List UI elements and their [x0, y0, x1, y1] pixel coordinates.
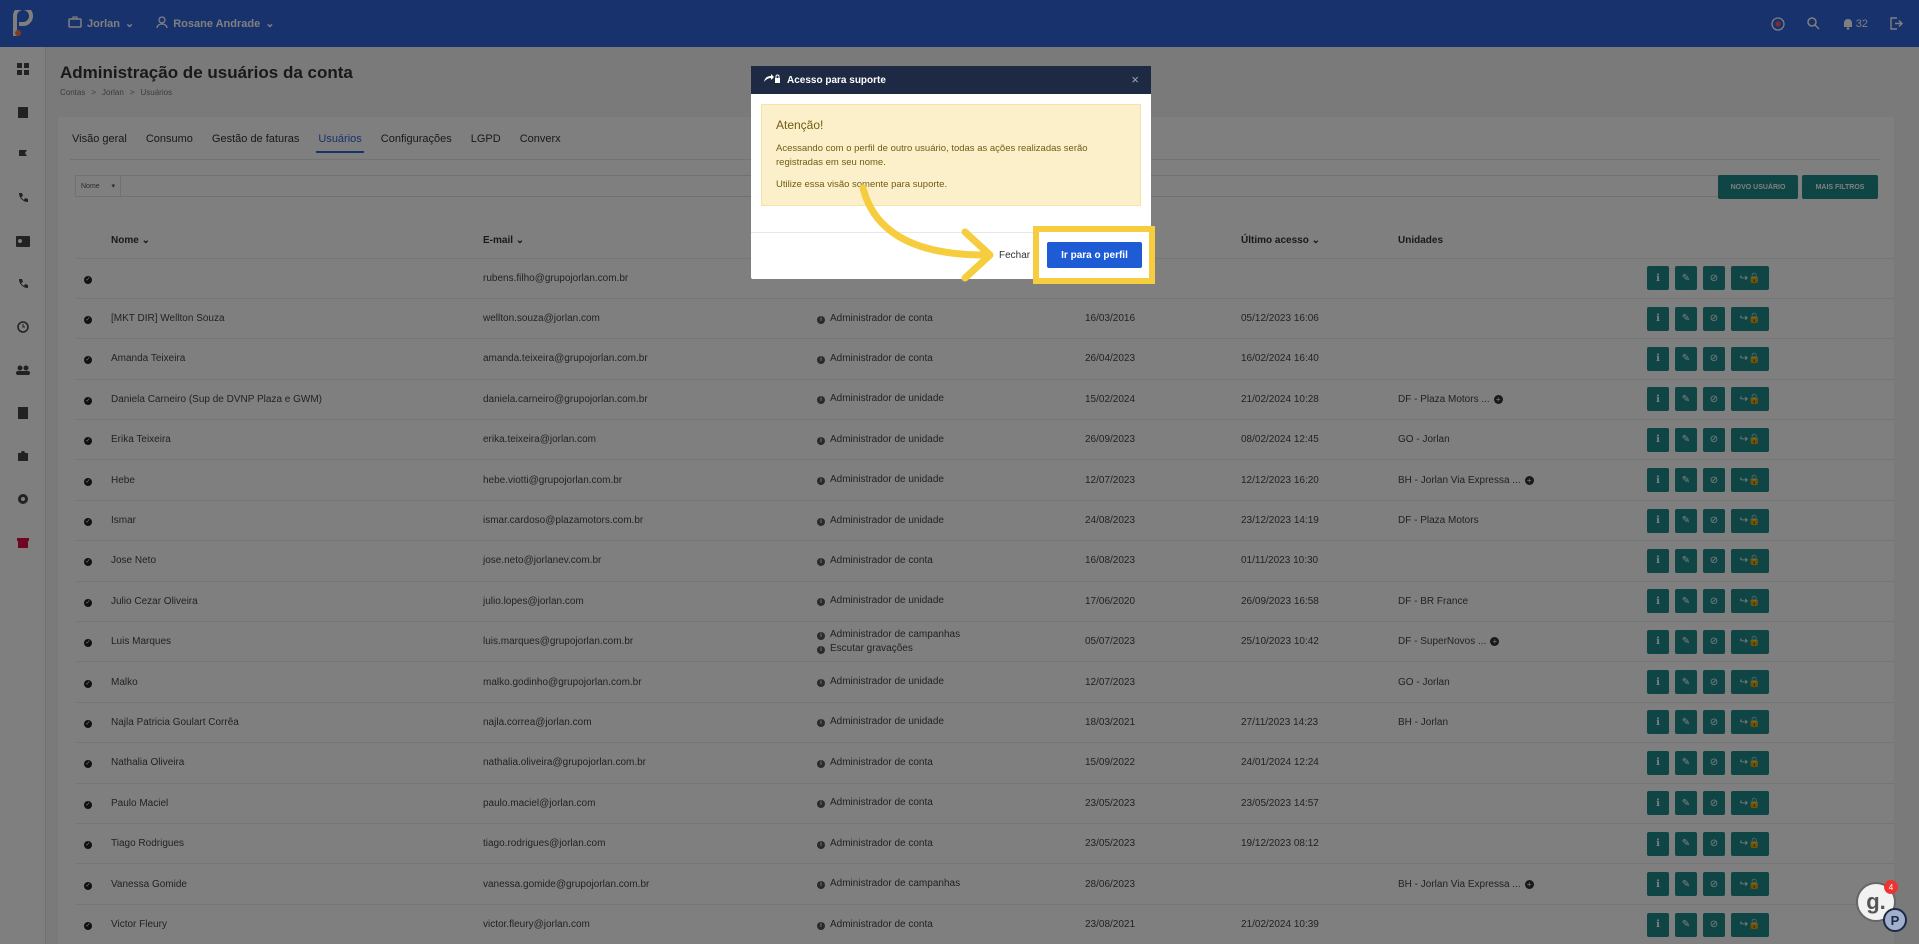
alert-text: Acessando com o perfil de outro usuário,…: [776, 143, 1088, 168]
share-lock-icon: [763, 73, 781, 87]
help-badge: 4: [1884, 880, 1898, 894]
modal-header: Acesso para suporte: [751, 66, 1151, 94]
go-to-profile-button[interactable]: Ir para o perfil: [1047, 242, 1142, 268]
close-icon[interactable]: ×: [1131, 72, 1139, 87]
support-p-icon[interactable]: P: [1883, 908, 1907, 932]
modal-title: Acesso para suporte: [787, 74, 886, 86]
pointer-arrow-icon: [859, 184, 994, 282]
alert-title: Atenção!: [776, 118, 824, 132]
